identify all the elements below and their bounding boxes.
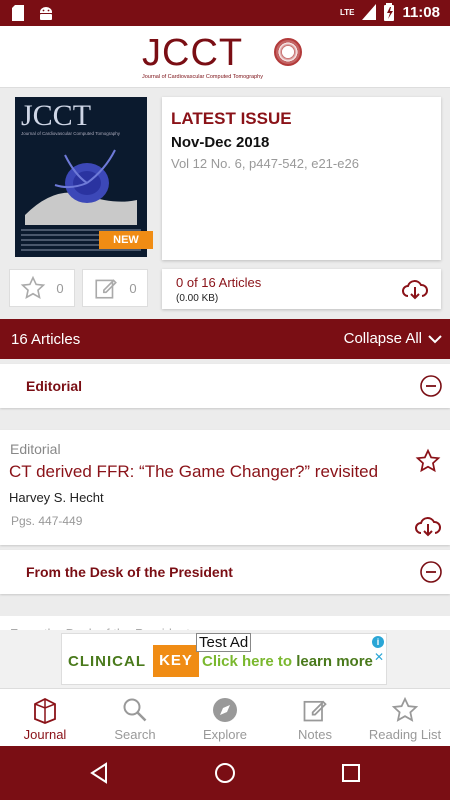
nav-reading-list[interactable]: Reading List — [360, 695, 450, 742]
collapse-section-icon[interactable] — [420, 375, 442, 397]
collapse-section-icon[interactable] — [420, 561, 442, 583]
journal-logo-subtitle: Journal of Cardiovascular Computed Tomog… — [142, 74, 263, 80]
section-header-president[interactable]: From the Desk of the President — [0, 550, 450, 594]
issue-date: Nov-Dec 2018 — [171, 134, 270, 151]
society-seal-icon — [274, 38, 302, 66]
nav-label: Explore — [202, 727, 248, 742]
bookmark-star-icon[interactable] — [415, 448, 441, 474]
issue-volume: Vol 12 No. 6, p447-542, e21-e26 — [171, 156, 359, 171]
compass-icon — [213, 698, 237, 722]
article-author: Harvey S. Hecht — [9, 490, 104, 505]
home-icon[interactable] — [214, 761, 236, 785]
cover-artwork — [25, 149, 137, 225]
favorites-button[interactable]: 0 — [9, 269, 75, 307]
notes-icon — [303, 700, 327, 722]
ad-info-icon[interactable]: i — [372, 636, 384, 648]
chevron-down-icon — [428, 334, 442, 343]
articles-count: 16 Articles — [11, 331, 81, 348]
notes-button[interactable]: 0 — [82, 269, 148, 307]
app-header: JCCT Journal of Cardiovascular Computed … — [0, 26, 450, 88]
cover-subtitle: Journal of Cardiovascular Computed Tomog… — [21, 131, 120, 136]
latest-issue-card[interactable]: LATEST ISSUE Nov-Dec 2018 Vol 12 No. 6, … — [162, 97, 441, 260]
ad-close-icon[interactable]: ✕ — [374, 650, 384, 664]
nav-label: Notes — [298, 727, 332, 742]
section-title: From the Desk of the President — [26, 564, 233, 580]
notes-count: 0 — [129, 280, 137, 296]
new-badge: NEW — [99, 231, 153, 249]
article-category: Editorial — [10, 441, 61, 457]
article-download-icon[interactable] — [414, 514, 442, 538]
articles-header-bar: 16 Articles Collapse All — [0, 319, 450, 359]
article-title[interactable]: CT derived FFR: “The Game Changer?” revi… — [9, 462, 378, 482]
nav-search[interactable]: Search — [90, 695, 180, 742]
ad-brand-clinical: CLINICAL — [68, 653, 146, 670]
ad-brand-key: KEY — [153, 645, 199, 677]
back-icon[interactable] — [88, 761, 110, 785]
download-card[interactable]: 0 of 16 Articles (0.00 KB) — [162, 269, 441, 309]
test-ad-label: Test Ad — [196, 633, 252, 652]
battery-icon — [384, 3, 395, 21]
clock: 11:08 — [402, 3, 440, 21]
ad-cta-prefix: Click here to — [202, 653, 297, 670]
sd-card-icon — [12, 5, 24, 21]
journal-logo: JCCT — [142, 32, 244, 74]
network-type: LTE — [339, 7, 355, 17]
status-bar: LTE 11:08 — [0, 0, 450, 26]
journal-icon — [34, 697, 56, 724]
system-navigation-bar — [0, 746, 450, 800]
edit-note-icon — [95, 279, 118, 299]
signal-icon — [362, 4, 377, 20]
star-icon — [391, 696, 419, 722]
recents-icon[interactable] — [341, 761, 361, 785]
search-icon — [123, 698, 147, 722]
ad-cta[interactable]: Click here to learn more — [202, 653, 373, 670]
nav-label: Search — [114, 727, 156, 742]
bottom-navigation: Journal Search Explore Notes Reading Lis… — [0, 688, 450, 746]
favorites-count: 0 — [56, 280, 64, 296]
collapse-all-button[interactable]: Collapse All — [344, 330, 442, 347]
section-title: Editorial — [26, 378, 83, 394]
ad-cta-bold: learn more — [296, 653, 373, 670]
downloaded-articles-count: 0 of 16 Articles — [176, 275, 262, 290]
download-size: (0.00 KB) — [176, 293, 219, 304]
nav-journal[interactable]: Journal — [0, 695, 90, 742]
article-pages: Pgs. 447-449 — [11, 514, 83, 528]
section-header-editorial[interactable]: Editorial — [0, 364, 450, 408]
latest-issue-label: LATEST ISSUE — [171, 109, 292, 128]
collapse-all-label: Collapse All — [343, 330, 422, 347]
cover-title: JCCT — [21, 99, 92, 132]
nav-label: Journal — [23, 727, 67, 742]
nav-label: Reading List — [368, 727, 442, 742]
nav-notes[interactable]: Notes — [270, 695, 360, 742]
android-icon — [40, 7, 52, 20]
nav-explore[interactable]: Explore — [180, 695, 270, 742]
star-icon — [21, 275, 46, 300]
cloud-download-icon[interactable] — [401, 277, 429, 301]
article-item[interactable]: Editorial CT derived FFR: “The Game Chan… — [0, 430, 450, 545]
